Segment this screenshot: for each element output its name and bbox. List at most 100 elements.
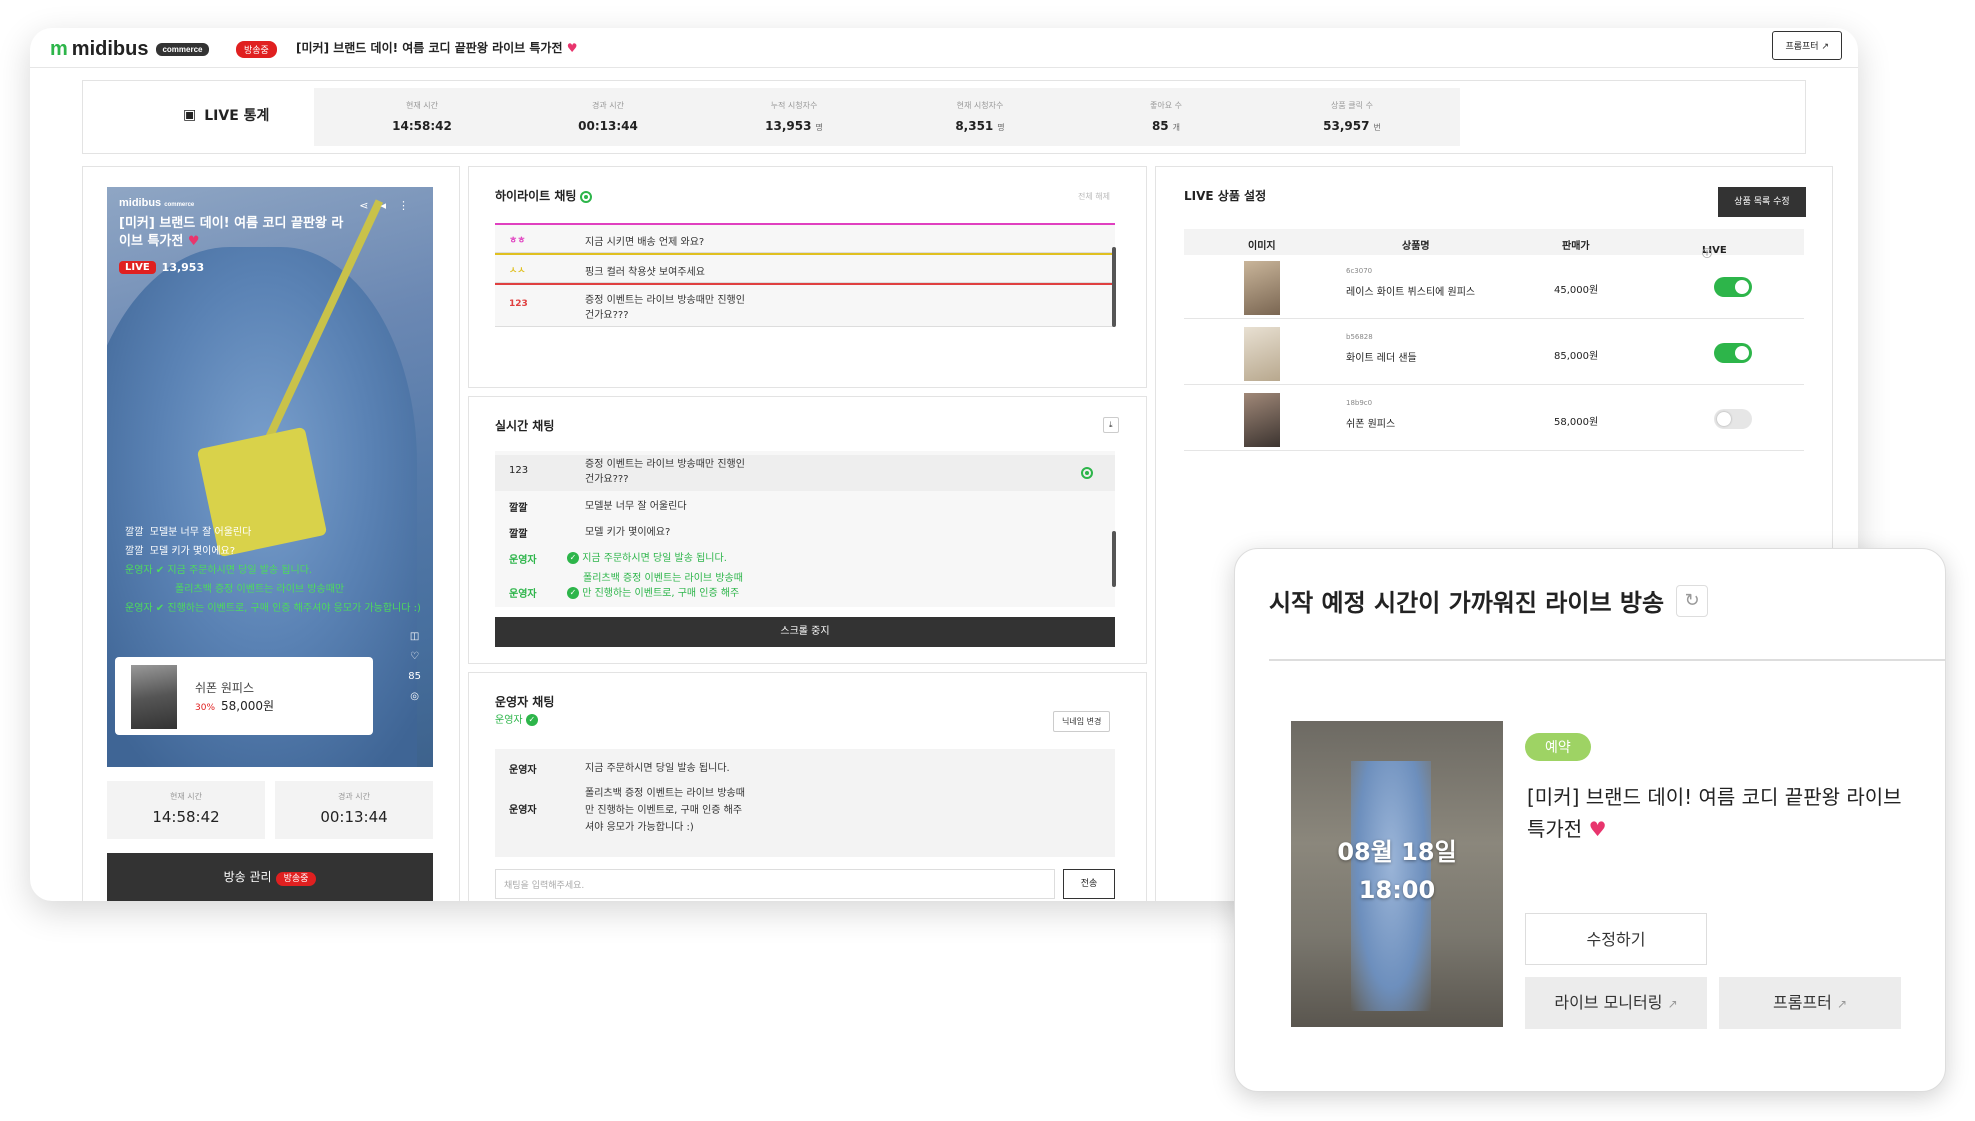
edit-product-list-button[interactable]: 상품 목록 수정 [1718,187,1806,217]
product-name: 쉬폰 원피스 [1346,419,1396,430]
chat-message: 지금 주문하시면 당일 발송 됩니다. [167,565,313,576]
elapsed-time-box: 경과 시간 00:13:44 [275,781,433,839]
live-monitoring-button[interactable]: 라이브 모니터링 ↗ [1525,977,1707,1029]
logo-tag: commerce [156,43,209,56]
product-thumbnail [1244,327,1280,381]
product-thumbnail [1244,393,1280,447]
cart-icon[interactable]: ◫ [408,627,421,647]
preview-chat-overlay: 깔깔 모델분 너무 잘 어울린다 깔깔 모델 키가 몇이에요? 운영자 ✔ 지금… [125,523,421,618]
broadcast-thumbnail[interactable]: 08월 18일 18:00 [1291,721,1503,1027]
broadcast-title-text: [미커] 브랜드 데이! 여름 코디 끝판왕 라이브 특가전 [296,41,563,55]
volume-icon[interactable]: ◂ [380,199,398,212]
broadcast-manage-button[interactable]: 방송 관리 방송중 [107,853,433,901]
product-name: 화이트 레더 샌들 [1346,353,1417,364]
chat-row[interactable]: 깔깔 모델분 너무 잘 어울린다 [495,499,1115,519]
stat-current-time: 현재 시간 14:58:42 [314,88,530,146]
preview-product-card[interactable]: 쉬폰 원피스 30% 58,000원 [115,657,373,735]
live-toggle[interactable] [1714,343,1752,363]
refresh-icon[interactable]: ↻ [1676,584,1709,617]
preview-live-status: LIVE 13,953 [119,261,204,274]
chat-author: ㅎㅎ [509,236,526,246]
live-stats-title: LIVE 통계 [204,108,270,124]
highlight-row[interactable]: ㅎㅎ 지금 시키면 배송 언제 와요? [495,223,1115,253]
preview-controls: ⋖◂⋮ [359,199,421,212]
product-row: b56828 화이트 레더 샌들 85,000원 [1184,323,1804,385]
stat-label: 상품 클릭 수 [1331,101,1373,110]
clear-all-link[interactable]: 전체 해제 [1078,191,1110,202]
chat-message-line: 폴리츠백 증정 이벤트는 라이브 방송때 [585,788,745,799]
chat-author: 운영자 [125,603,153,614]
stat-elapsed-time: 경과 시간 00:13:44 [500,88,716,146]
preview-chat-line: 깔깔 모델분 너무 잘 어울린다 [125,523,421,542]
edit-button[interactable]: 수정하기 [1525,913,1707,965]
upcoming-broadcast-popup: 시작 예정 시간이 가까워진 라이브 방송 ↻ 08월 18일 18:00 예약 … [1234,548,1946,1092]
chat-author: ㅅㅅ [509,266,526,276]
logo-text: midibus [71,38,149,60]
share-icon[interactable]: ◎ [408,687,421,707]
live-preview-player[interactable]: midibus commerce ⋖◂⋮ [미커] 브랜드 데이! 여름 코디 … [107,187,433,767]
share-icon[interactable]: ⋖ [359,199,380,212]
check-icon: ✓ [567,587,579,599]
midibus-logo[interactable]: m midibus commerce [50,38,209,61]
product-discount: 30% [195,703,216,713]
chat-message: ✓ 지금 주문하시면 당일 발송 됩니다. [567,551,727,566]
stat-value: 8,351 명 [872,119,1088,133]
broadcast-name: [미커] 브랜드 데이! 여름 코디 끝판왕 라이브 특가전 ♥ [1527,781,1907,845]
product-price: 85,000원 [1554,351,1599,362]
external-link-icon: ↗ [1667,997,1678,1011]
preview-card: midibus commerce ⋖◂⋮ [미커] 브랜드 데이! 여름 코디 … [82,166,460,901]
stat-product-clicks: 상품 클릭 수 53,957 번 [1244,88,1460,146]
header-name: 상품명 [1402,241,1430,252]
send-button[interactable]: 전송 [1063,869,1115,899]
header-image: 이미지 [1248,241,1276,252]
preview-logo-tag: commerce [164,202,195,208]
external-link-icon: ↗ [1821,42,1829,52]
chat-row[interactable]: 깔깔 모델 키가 몇이에요? [495,525,1115,545]
chat-message-line: 폴리츠백 증정 이벤트는 라이브 방송때 [583,573,743,584]
live-toggle[interactable] [1714,277,1752,297]
product-price: 58,000원 [1554,417,1599,428]
prompter-button[interactable]: 프롬프터 ↗ [1719,977,1901,1029]
chat-message: 모델 키가 몇이에요? [149,546,236,557]
external-link-icon: ↗ [1836,997,1848,1011]
stat-total-viewers: 누적 시청자수 13,953 명 [686,88,902,146]
operator-chat-title: 운영자 채팅 [495,695,555,709]
highlight-toggle-icon[interactable] [1081,467,1093,479]
chat-author: 123 [509,299,528,309]
more-icon[interactable]: ⋮ [398,199,421,212]
like-icon[interactable]: ♡ [408,647,421,667]
chat-message-text: 지금 주문하시면 당일 발송 됩니다. [582,553,727,564]
stat-number: 85 [1151,119,1169,133]
prompter-label: 프롬프터 [1772,993,1832,1012]
chat-message-line: 만 진행하는 이벤트로, 구매 인증 해주 [585,805,743,816]
chat-message-line: 건가요??? [585,310,629,321]
preview-likes-count: 85 [408,671,421,682]
chat-row[interactable]: 운영자 ✓ 지금 주문하시면 당일 발송 됩니다. [495,551,1115,571]
reserved-badge: 예약 [1525,733,1591,761]
chat-message: 모델분 너무 잘 어울린다 [149,527,252,538]
realtime-chat-title: 실시간 채팅 [495,419,555,433]
highlight-row[interactable]: 123 증정 이벤트는 라이브 방송때만 진행인 건가요??? [495,283,1115,327]
realtime-chat-card: 실시간 채팅 ⤓ 123 증정 이벤트는 라이브 방송때만 진행인 건가요??? 깔… [468,396,1147,664]
chat-author: 123 [509,465,529,476]
highlight-scrollbar[interactable] [1112,247,1116,327]
chat-message-line: 증정 이벤트는 라이브 방송때만 진행인 [585,459,745,470]
stat-value: 53,957 번 [1244,119,1460,133]
live-toggle[interactable] [1714,409,1752,429]
change-nickname-button[interactable]: 닉네임 변경 [1053,711,1111,732]
download-icon[interactable]: ⤓ [1103,417,1119,433]
chat-input[interactable]: 채팅을 입력해주세요. [495,869,1055,899]
check-icon: ✓ [567,552,579,564]
realtime-scrollbar[interactable] [1112,531,1116,587]
stat-unit: 명 [815,123,823,132]
chat-row[interactable]: 운영자 폴리츠백 증정 이벤트는 라이브 방송때 ✓ 만 진행하는 이벤트로, 구매… [495,571,1115,605]
highlight-row[interactable]: ㅅㅅ 핑크 컬러 착용샷 보여주세요 [495,253,1115,283]
operator-status: 운영자 ✓ [495,711,538,726]
live-stats-panel: ▣ LIVE 통계 현재 시간 14:58:42 경과 시간 00:13:44 누적… [82,80,1806,154]
prompter-button[interactable]: 프롬프터 ↗ [1772,31,1842,60]
chat-row: 운영자 폴리츠백 증정 이벤트는 라이브 방송때 만 진행하는 이벤트로, 구매 인… [495,785,1115,835]
time-label: 경과 시간 [338,792,370,801]
chat-row[interactable]: 123 증정 이벤트는 라이브 방송때만 진행인 건가요??? [495,455,1115,491]
scroll-stop-button[interactable]: 스크롤 중지 [495,617,1115,647]
stat-value: 13,953 명 [686,119,902,133]
